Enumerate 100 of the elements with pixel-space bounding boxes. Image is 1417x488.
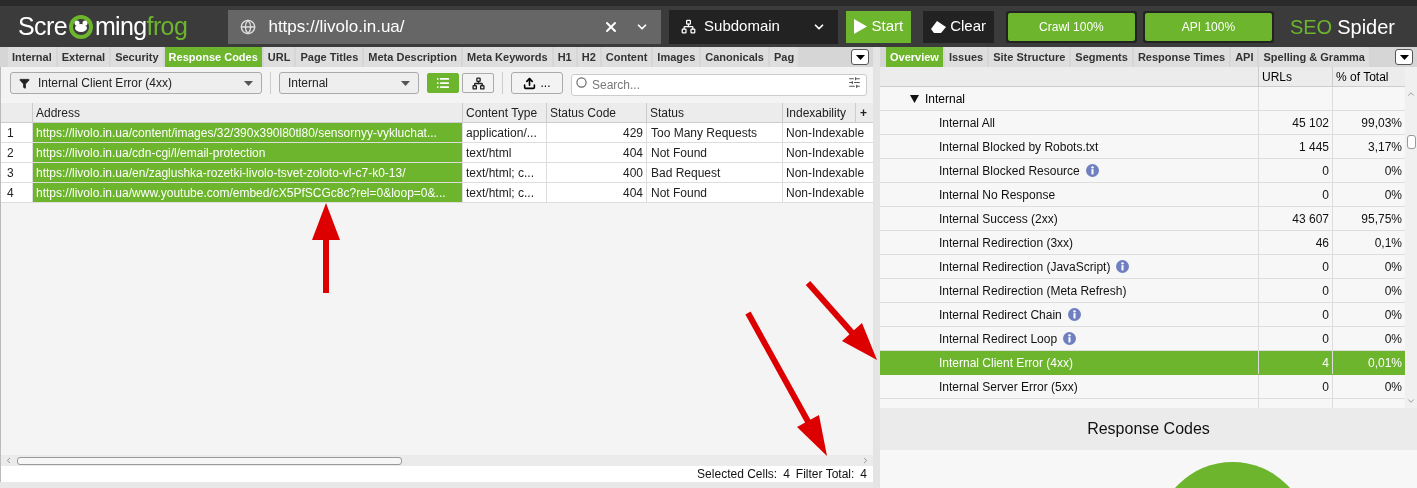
overview-row[interactable]: Internal Blocked Resource 0 0% (880, 159, 1405, 183)
tab[interactable]: Site Structure (989, 47, 1070, 67)
percent-value: 3,17% (1366, 138, 1403, 156)
tab[interactable]: Canonicals (701, 47, 768, 67)
tree-view-button[interactable] (462, 73, 494, 93)
urls-count: 43 607 (1259, 207, 1333, 230)
tab[interactable]: API (1231, 47, 1258, 67)
status-label: Filter Total: (795, 466, 855, 483)
percent-value: 0% (1383, 330, 1403, 348)
tab[interactable]: Meta Keywords (462, 47, 552, 67)
mode-dropdown[interactable]: Subdomain (669, 9, 839, 44)
percent-value: 0% (1383, 378, 1403, 396)
overview-row[interactable]: Internal Redirect Loop 0 0% (880, 327, 1405, 351)
urls-count: 0 (1259, 255, 1333, 278)
urls-count: 0 (1259, 183, 1333, 206)
tab[interactable]: Security (111, 47, 163, 67)
column-header[interactable]: Status Code (547, 103, 647, 122)
table-cell: Not Found (647, 143, 783, 162)
tab[interactable]: Page Titles (296, 47, 363, 67)
logo-text: frog (146, 14, 188, 39)
search-field[interactable]: Search... (571, 74, 867, 96)
column-header[interactable]: Content Type (463, 103, 547, 122)
scrollbar-thumb[interactable] (17, 456, 402, 465)
export-button[interactable]: ... (511, 72, 563, 94)
overview-row[interactable]: Internal Success (2xx) 43 607 95,75% (880, 207, 1405, 231)
clear-button[interactable]: Clear (923, 10, 994, 43)
overview-row[interactable]: Internal Server Error (5xx) 0 0% (880, 375, 1405, 399)
status-label: Selected Cells: (697, 466, 778, 483)
row-label: Internal Redirect Chain (939, 306, 1062, 324)
tabs-overflow-button[interactable] (851, 49, 869, 65)
product-name: Spider (1337, 14, 1395, 40)
overview-row[interactable]: Internal Redirection (3xx) 46 0,1% (880, 231, 1405, 255)
tab[interactable]: Content (601, 47, 652, 67)
column-header[interactable]: Address (33, 103, 463, 122)
row-label: Internal Redirection (JavaScript) (939, 258, 1111, 276)
percent-value: 99,03% (1360, 114, 1403, 132)
urls-count: 46 (1259, 231, 1333, 254)
chart-title: Response Codes (1087, 419, 1210, 439)
tab[interactable]: External (57, 47, 110, 67)
tabs-overflow-button[interactable] (1395, 49, 1413, 65)
overview-row[interactable]: Internal Blocked by Robots.txt 1 445 3,17% (880, 135, 1405, 159)
tab[interactable]: H2 (577, 47, 600, 67)
row-label: Internal No Response (939, 186, 1056, 204)
add-column-button[interactable]: + (856, 103, 871, 122)
search-icon (576, 77, 587, 88)
row-label: Internal Blocked by Robots.txt (939, 138, 1099, 156)
tab[interactable]: Segments (1071, 47, 1132, 67)
product-name: SEO (1289, 14, 1333, 40)
tab[interactable]: Internal (8, 47, 56, 67)
row-label: Internal Client Error (4xx) (939, 354, 1074, 372)
table-cell-text: Non-Indexable (785, 144, 866, 162)
table-cell: 404 (547, 183, 647, 202)
expanded-triangle-icon[interactable] (910, 94, 919, 103)
url-field[interactable]: https://livolo.in.ua/ (228, 9, 662, 44)
scrollbar-thumb[interactable] (1406, 135, 1416, 149)
tab[interactable]: H1 (553, 47, 576, 67)
filter-dropdown[interactable]: Internal Client Error (4xx) (10, 72, 262, 94)
eraser-icon (931, 20, 947, 33)
overview-row[interactable]: Internal Redirect Chain 0 0% (880, 303, 1405, 327)
column-header[interactable]: URLs (1259, 67, 1333, 86)
upload-icon (523, 76, 537, 90)
tab[interactable]: Images (653, 47, 700, 67)
table-cell: 400 (547, 163, 647, 182)
table-cell: application/... (463, 123, 547, 142)
row-label: Internal Server Error (5xx) (939, 378, 1078, 396)
filter-icon (19, 77, 30, 89)
tab[interactable]: Meta Description (364, 47, 461, 67)
column-header[interactable]: Indexability (783, 103, 856, 122)
table-cell: Bad Request (647, 163, 783, 182)
scope-dropdown[interactable]: Internal (279, 72, 419, 94)
overview-row[interactable]: Internal Redirection (JavaScript) 0 0% (880, 255, 1405, 279)
urls-count: 0 (1259, 279, 1333, 302)
tab[interactable]: URL (263, 47, 295, 67)
column-header[interactable]: Status (647, 103, 783, 122)
urls-count: 0 (1259, 303, 1333, 326)
table-cell: text/html; c... (463, 163, 547, 182)
overview-row[interactable]: Internal No Response 0 0% (880, 183, 1405, 207)
urls-count: 45 102 (1259, 111, 1333, 134)
tab[interactable]: Issues (944, 47, 988, 67)
percent-value: 95,75% (1360, 210, 1403, 228)
tab[interactable]: Spelling & Gramma (1259, 47, 1369, 67)
percent-value: 0% (1383, 186, 1403, 204)
filter-settings-icon[interactable] (848, 76, 861, 89)
logo-text: Scre (18, 14, 67, 39)
urls-count: 0 (1259, 159, 1333, 182)
progress-bar: API 100% (1142, 10, 1274, 43)
caret-icon (1399, 54, 1409, 60)
tab[interactable]: Pag (769, 47, 799, 67)
tab[interactable]: Response Times (1133, 47, 1230, 67)
urls-count: 4 (1259, 351, 1333, 374)
row-label: Internal Redirection (Meta Refresh) (939, 282, 1127, 300)
table-cell: text/html; c... (463, 183, 547, 202)
column-header[interactable]: % of Total (1333, 67, 1405, 86)
row-label: Internal Blocked Resource (939, 162, 1080, 180)
hierarchy-icon (471, 76, 485, 90)
percent-value: 0,1% (1373, 234, 1403, 252)
overview-row[interactable]: Internal All 45 102 99,03% (880, 111, 1405, 135)
progress-bar: Crawl 100% (1005, 10, 1137, 43)
table-cell: 404 (547, 143, 647, 162)
overview-row[interactable]: Internal Redirection (Meta Refresh) 0 0% (880, 279, 1405, 303)
